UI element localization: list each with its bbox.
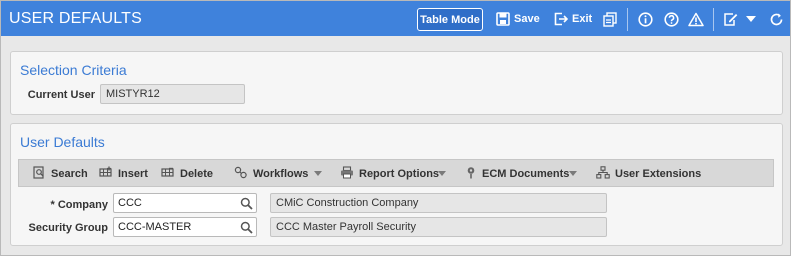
company-label: * Company <box>50 199 108 211</box>
delete-label: Delete <box>180 168 214 180</box>
security-group-label: Security Group <box>28 222 108 234</box>
security-group-field[interactable] <box>113 217 257 237</box>
refresh-icon[interactable] <box>767 10 785 28</box>
report-options-dropdown-icon[interactable] <box>438 171 446 176</box>
current-user-label: Current User <box>27 89 95 101</box>
workflows-dropdown-icon[interactable] <box>314 171 322 176</box>
user-defaults-toolbar: Search Insert Delete Workflows Report Op… <box>18 159 774 187</box>
exit-icon <box>554 12 568 26</box>
selection-criteria-title: Selection Criteria <box>20 62 127 78</box>
insert-icon <box>99 166 113 182</box>
ecm-documents-dropdown-icon[interactable] <box>569 171 577 176</box>
ecm-pin-icon <box>465 166 477 182</box>
toolbar-divider <box>627 8 628 31</box>
toolbar-divider <box>713 8 714 31</box>
workflows-button[interactable]: Workflows <box>234 166 308 182</box>
delete-icon <box>161 166 175 182</box>
search-doc-icon <box>33 166 46 182</box>
help-icon[interactable] <box>662 10 680 28</box>
dropdown-caret-icon[interactable] <box>742 10 760 28</box>
current-user-field: MISTYR12 <box>100 84 245 104</box>
warning-icon[interactable] <box>687 10 705 28</box>
report-options-label: Report Options <box>359 168 440 180</box>
printer-icon <box>340 166 354 182</box>
copy-icon[interactable] <box>601 10 619 28</box>
user-extensions-button[interactable]: User Extensions <box>596 166 701 182</box>
company-input[interactable] <box>114 194 232 212</box>
company-description-field: CMiC Construction Company <box>270 193 607 213</box>
delete-button[interactable]: Delete <box>161 166 213 182</box>
save-icon <box>496 12 510 26</box>
selection-criteria-panel: Selection Criteria Current User MISTYR12 <box>10 51 783 115</box>
workflows-icon <box>234 166 248 182</box>
hierarchy-icon <box>596 166 610 182</box>
search-icon[interactable] <box>240 197 253 210</box>
security-group-description-field: CCC Master Payroll Security <box>270 217 607 237</box>
ecm-documents-label: ECM Documents <box>482 168 570 180</box>
security-group-input[interactable] <box>114 218 232 236</box>
company-field[interactable] <box>113 193 257 213</box>
app-header: USER DEFAULTS Table Mode Save Exit <box>1 1 790 36</box>
search-label: Search <box>51 168 88 180</box>
report-options-button[interactable]: Report Options <box>340 166 439 182</box>
insert-button[interactable]: Insert <box>99 166 148 182</box>
workflows-label: Workflows <box>253 168 309 180</box>
exit-button[interactable]: Exit <box>554 10 592 28</box>
insert-label: Insert <box>118 168 148 180</box>
table-mode-button[interactable]: Table Mode <box>417 8 483 31</box>
edit-note-icon[interactable] <box>721 10 739 28</box>
save-label: Save <box>514 13 540 25</box>
ecm-documents-button[interactable]: ECM Documents <box>465 166 569 182</box>
user-extensions-label: User Extensions <box>615 168 702 180</box>
save-button[interactable]: Save <box>496 10 540 28</box>
exit-label: Exit <box>572 13 593 25</box>
page-title: USER DEFAULTS <box>9 10 142 27</box>
search-button[interactable]: Search <box>33 166 88 182</box>
user-defaults-title: User Defaults <box>20 134 105 150</box>
search-icon[interactable] <box>240 221 253 234</box>
info-icon[interactable] <box>636 10 654 28</box>
